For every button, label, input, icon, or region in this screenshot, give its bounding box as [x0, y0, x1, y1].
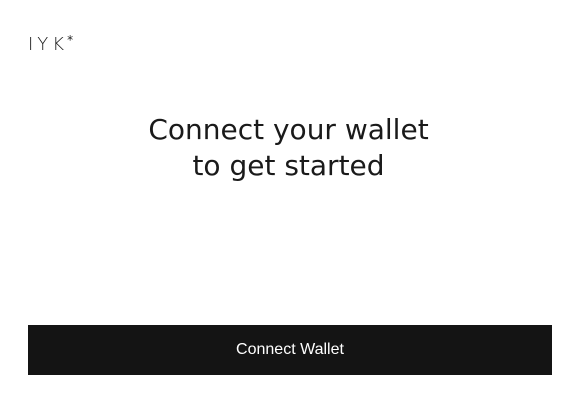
brand-logo[interactable]: IYK *	[28, 33, 73, 57]
page-title: Connect your wallet to get started	[0, 112, 577, 184]
connect-wallet-label: Connect Wallet	[236, 341, 344, 358]
asterisk-icon: *	[67, 33, 74, 47]
headline-line-1: Connect your wallet	[148, 113, 429, 146]
logo-text: IYK	[28, 34, 69, 55]
connect-wallet-button[interactable]: Connect Wallet	[28, 325, 552, 375]
headline-line-2: to get started	[192, 149, 385, 182]
